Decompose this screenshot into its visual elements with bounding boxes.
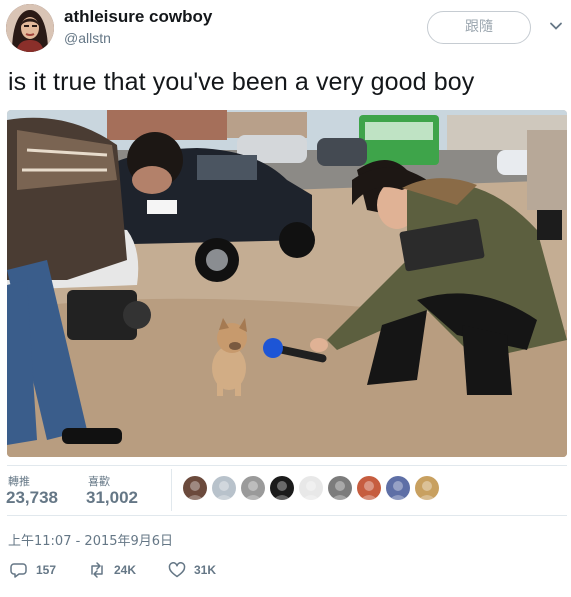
follow-button[interactable]: 跟隨 [427, 11, 531, 44]
tweet-photo[interactable] [7, 110, 567, 457]
liker-avatar-icon[interactable] [299, 476, 323, 500]
engagement-stats: 轉推 23,738 喜歡 31,002 [0, 465, 571, 515]
reply-button[interactable]: 157 [10, 560, 56, 580]
heart-icon [168, 562, 186, 578]
reply-count: 157 [36, 563, 57, 577]
user-handle[interactable]: @allstn [64, 30, 111, 46]
retweet-icon [91, 562, 103, 578]
retweets-count[interactable]: 23,738 [6, 488, 58, 508]
profile-avatar-icon[interactable] [6, 4, 54, 52]
tweet-header: athleisure cowboy @allstn 跟隨 [0, 0, 571, 60]
liker-avatar-icon[interactable] [415, 476, 439, 500]
divider [7, 515, 567, 516]
tweet-timestamp[interactable]: 上午11:07 - 2015年9月6日 [8, 530, 173, 549]
liker-avatar-icon[interactable] [212, 476, 236, 500]
liker-avatar-icon[interactable] [183, 476, 207, 500]
liker-avatar-icon[interactable] [328, 476, 352, 500]
liker-avatar-icon[interactable] [270, 476, 294, 500]
liker-avatar-icon[interactable] [386, 476, 410, 500]
chevron-down-icon[interactable] [548, 18, 564, 34]
retweets-label: 轉推 [8, 475, 30, 488]
liker-avatar-icon[interactable] [241, 476, 265, 500]
like-count: 31K [194, 563, 217, 577]
likes-count[interactable]: 31,002 [86, 488, 138, 508]
likes-label: 喜歡 [88, 475, 110, 488]
retweet-button[interactable]: 24K [88, 560, 136, 580]
display-name[interactable]: athleisure cowboy [64, 7, 212, 27]
reply-icon [10, 563, 27, 578]
stats-separator [171, 469, 172, 511]
liker-avatar-icon[interactable] [357, 476, 381, 500]
tweet-text: is it true that you've been a very good … [8, 68, 475, 96]
like-button[interactable]: 31K [168, 560, 216, 580]
retweet-count: 24K [114, 563, 137, 577]
